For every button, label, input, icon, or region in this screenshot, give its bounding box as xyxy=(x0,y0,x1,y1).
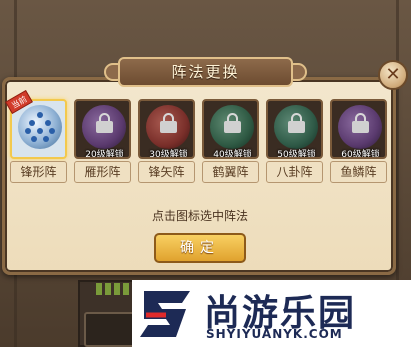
formation-name: 锋形阵 xyxy=(10,161,67,183)
formation-name: 鹤翼阵 xyxy=(202,161,259,183)
lock-icon xyxy=(96,113,113,133)
formation-slot-2[interactable]: 20级解锁 雁形阵 xyxy=(74,99,131,183)
formation-slot-5[interactable]: 50级解锁 八卦阵 xyxy=(266,99,323,183)
formation-pattern-icon xyxy=(25,112,55,142)
lock-icon xyxy=(160,113,177,133)
unlock-level: 20级解锁 xyxy=(85,150,124,159)
close-button[interactable]: ✕ xyxy=(378,60,408,90)
formation-icon-frame[interactable]: 50级解锁 xyxy=(266,99,323,159)
formation-name: 八卦阵 xyxy=(266,161,323,183)
formation-icon-frame[interactable]: 30级解锁 xyxy=(138,99,195,159)
unlock-level: 30级解锁 xyxy=(149,150,188,159)
lock-icon xyxy=(224,113,241,133)
confirm-button[interactable]: 确定 xyxy=(154,233,246,263)
formation-icon-frame[interactable]: 40级解锁 xyxy=(202,99,259,159)
formation-name: 雁形阵 xyxy=(74,161,131,183)
dialog-title: 阵法更换 xyxy=(118,57,293,87)
formation-name: 鱼鳞阵 xyxy=(330,161,387,183)
formation-slot-6[interactable]: 60级解锁 鱼鳞阵 xyxy=(330,99,387,183)
unlock-level: 50级解锁 xyxy=(277,150,316,159)
unlock-level: 60级解锁 xyxy=(341,150,380,159)
watermark-url: SHYIYUANYK.COM xyxy=(206,327,343,341)
selection-hint: 点击图标选中阵法 xyxy=(151,209,248,223)
unlock-level: 40级解锁 xyxy=(213,150,252,159)
formation-icon-frame[interactable]: 60级解锁 xyxy=(330,99,387,159)
formation-slot-1[interactable]: 当前 锋形阵 xyxy=(5,89,67,183)
formation-name: 锋矢阵 xyxy=(138,161,195,183)
lock-icon xyxy=(352,113,369,133)
formation-slot-3[interactable]: 30级解锁 锋矢阵 xyxy=(138,99,195,183)
formation-icon-frame[interactable]: 20级解锁 xyxy=(74,99,131,159)
lock-icon xyxy=(288,113,305,133)
formation-slot-4[interactable]: 40级解锁 鹤翼阵 xyxy=(202,99,259,183)
watermark-logo-icon xyxy=(140,291,190,337)
